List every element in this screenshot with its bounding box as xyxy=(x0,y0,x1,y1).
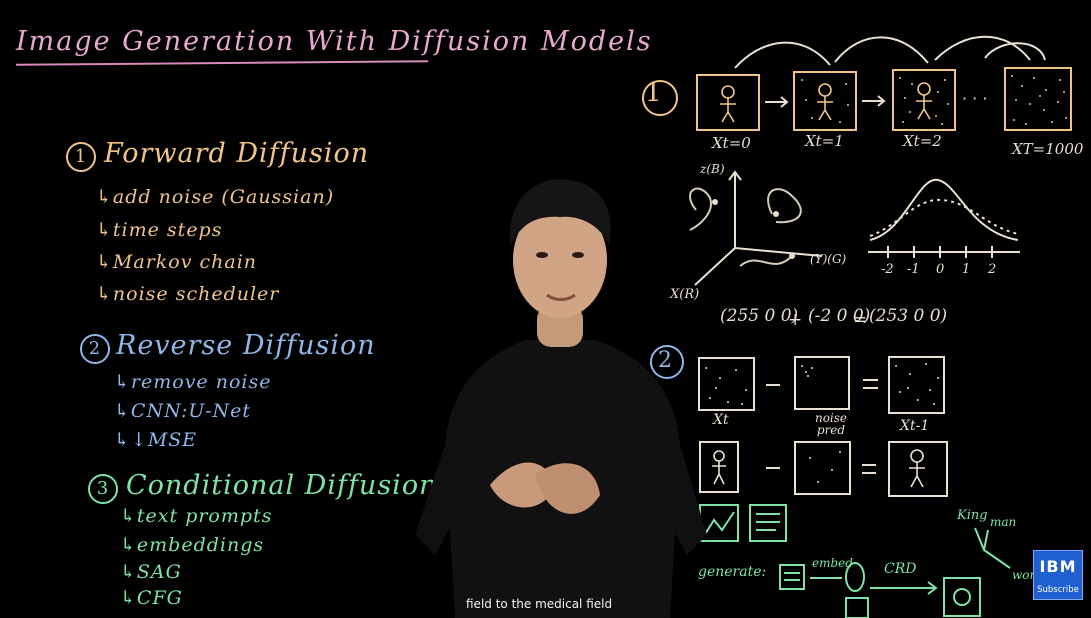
subscribe-label: Subscribe xyxy=(1037,585,1079,595)
reverse-arc xyxy=(834,36,929,64)
tick-label: 1 xyxy=(962,262,971,277)
prompt-icon xyxy=(779,564,805,590)
stick-figure-head xyxy=(721,85,735,99)
frame-label: Xt=1 xyxy=(805,132,844,150)
crd-label: CRD xyxy=(884,561,917,577)
video-caption: field to the medical field xyxy=(466,597,613,611)
frame-label: Xt=2 xyxy=(903,132,942,150)
reverse-label: noise pred xyxy=(814,411,848,437)
tick-label: -1 xyxy=(907,262,920,277)
axis-label-y: (Y)(G) xyxy=(810,252,847,266)
ibm-logo: IBM xyxy=(1039,557,1077,576)
step-1-number: 1 xyxy=(645,78,662,108)
stick-figure-body xyxy=(720,98,736,123)
embedding-word: King xyxy=(957,508,988,523)
tick-label: 2 xyxy=(988,262,997,277)
ellipsis: · · · xyxy=(962,89,987,108)
gaussian-curve xyxy=(868,178,1020,258)
frame-label: XT=1000 xyxy=(1012,140,1084,158)
frame-xT xyxy=(1004,67,1072,131)
vector-equals: = xyxy=(853,310,868,330)
noise-dots xyxy=(801,75,1067,125)
embed-label: embed xyxy=(812,556,853,570)
output-icon xyxy=(943,577,981,617)
tick-label: -2 xyxy=(881,262,894,277)
frame-noise-pred xyxy=(794,356,850,410)
vector-c: (253 0 0) xyxy=(869,306,948,326)
reverse-arc xyxy=(734,41,831,69)
presenter xyxy=(415,179,707,618)
reverse-label: Xt-1 xyxy=(900,418,930,434)
frame-label: Xt=0 xyxy=(712,134,751,152)
tick-label: 0 xyxy=(936,262,945,277)
embedding-word: man xyxy=(990,515,1017,529)
frame-xt-1 xyxy=(888,356,945,414)
vector-plus: + xyxy=(788,310,803,330)
frame-noise xyxy=(794,441,851,495)
reverse-arc xyxy=(934,35,1031,61)
ibm-subscribe-badge[interactable]: IBM Subscribe xyxy=(1033,550,1083,600)
vector-a: (255 0 0) xyxy=(720,306,799,326)
noise-input-icon xyxy=(845,597,869,618)
